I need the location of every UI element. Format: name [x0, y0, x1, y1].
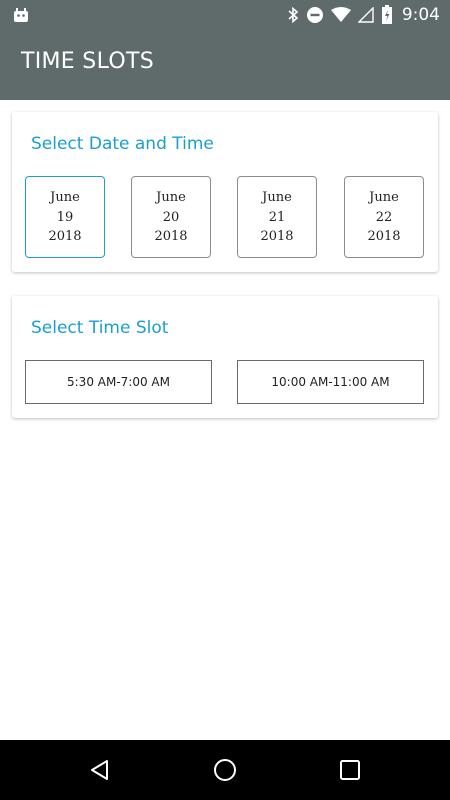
date-day: 21 — [268, 210, 286, 225]
date-selection-card: Select Date and Time June 19 2018 June 2… — [12, 112, 438, 272]
date-option-june-21[interactable]: June 21 2018 — [237, 176, 317, 258]
home-icon — [214, 759, 236, 781]
back-button[interactable] — [87, 757, 113, 783]
date-section-title: Select Date and Time — [31, 134, 214, 154]
date-day: 22 — [375, 210, 393, 225]
android-icon — [14, 8, 28, 22]
date-option-june-22[interactable]: June 22 2018 — [344, 176, 424, 258]
date-year: 2018 — [48, 229, 82, 244]
navigation-bar — [0, 740, 450, 800]
date-day: 20 — [162, 210, 180, 225]
date-year: 2018 — [260, 229, 294, 244]
do-not-disturb-icon — [306, 7, 323, 23]
back-icon — [91, 760, 108, 780]
wifi-icon — [330, 7, 351, 22]
status-icons: 9:04 — [287, 0, 440, 30]
bluetooth-icon — [288, 6, 299, 24]
date-day: 19 — [56, 210, 74, 225]
home-button[interactable] — [212, 757, 238, 783]
status-time: 9:04 — [401, 5, 440, 25]
recents-icon — [340, 760, 360, 780]
date-option-june-20[interactable]: June 20 2018 — [131, 176, 211, 258]
signal-icon — [357, 7, 374, 23]
date-month: June — [50, 190, 80, 205]
date-option-june-19[interactable]: June 19 2018 — [25, 176, 105, 258]
time-slot-section-title: Select Time Slot — [31, 318, 169, 338]
page-title: TIME SLOTS — [21, 49, 154, 74]
battery-icon — [381, 5, 392, 24]
date-year: 2018 — [154, 229, 188, 244]
date-month: June — [156, 190, 186, 205]
date-year: 2018 — [367, 229, 401, 244]
app-bar: TIME SLOTS — [0, 30, 450, 100]
date-month: June — [262, 190, 292, 205]
time-slot-option[interactable]: 10:00 AM-11:00 AM — [237, 360, 424, 404]
date-month: June — [369, 190, 399, 205]
time-slot-card: Select Time Slot 5:30 AM-7:00 AM 10:00 A… — [12, 296, 438, 418]
recents-button[interactable] — [337, 757, 363, 783]
time-slot-option[interactable]: 5:30 AM-7:00 AM — [25, 360, 212, 404]
status-bar: 9:04 — [0, 0, 450, 30]
